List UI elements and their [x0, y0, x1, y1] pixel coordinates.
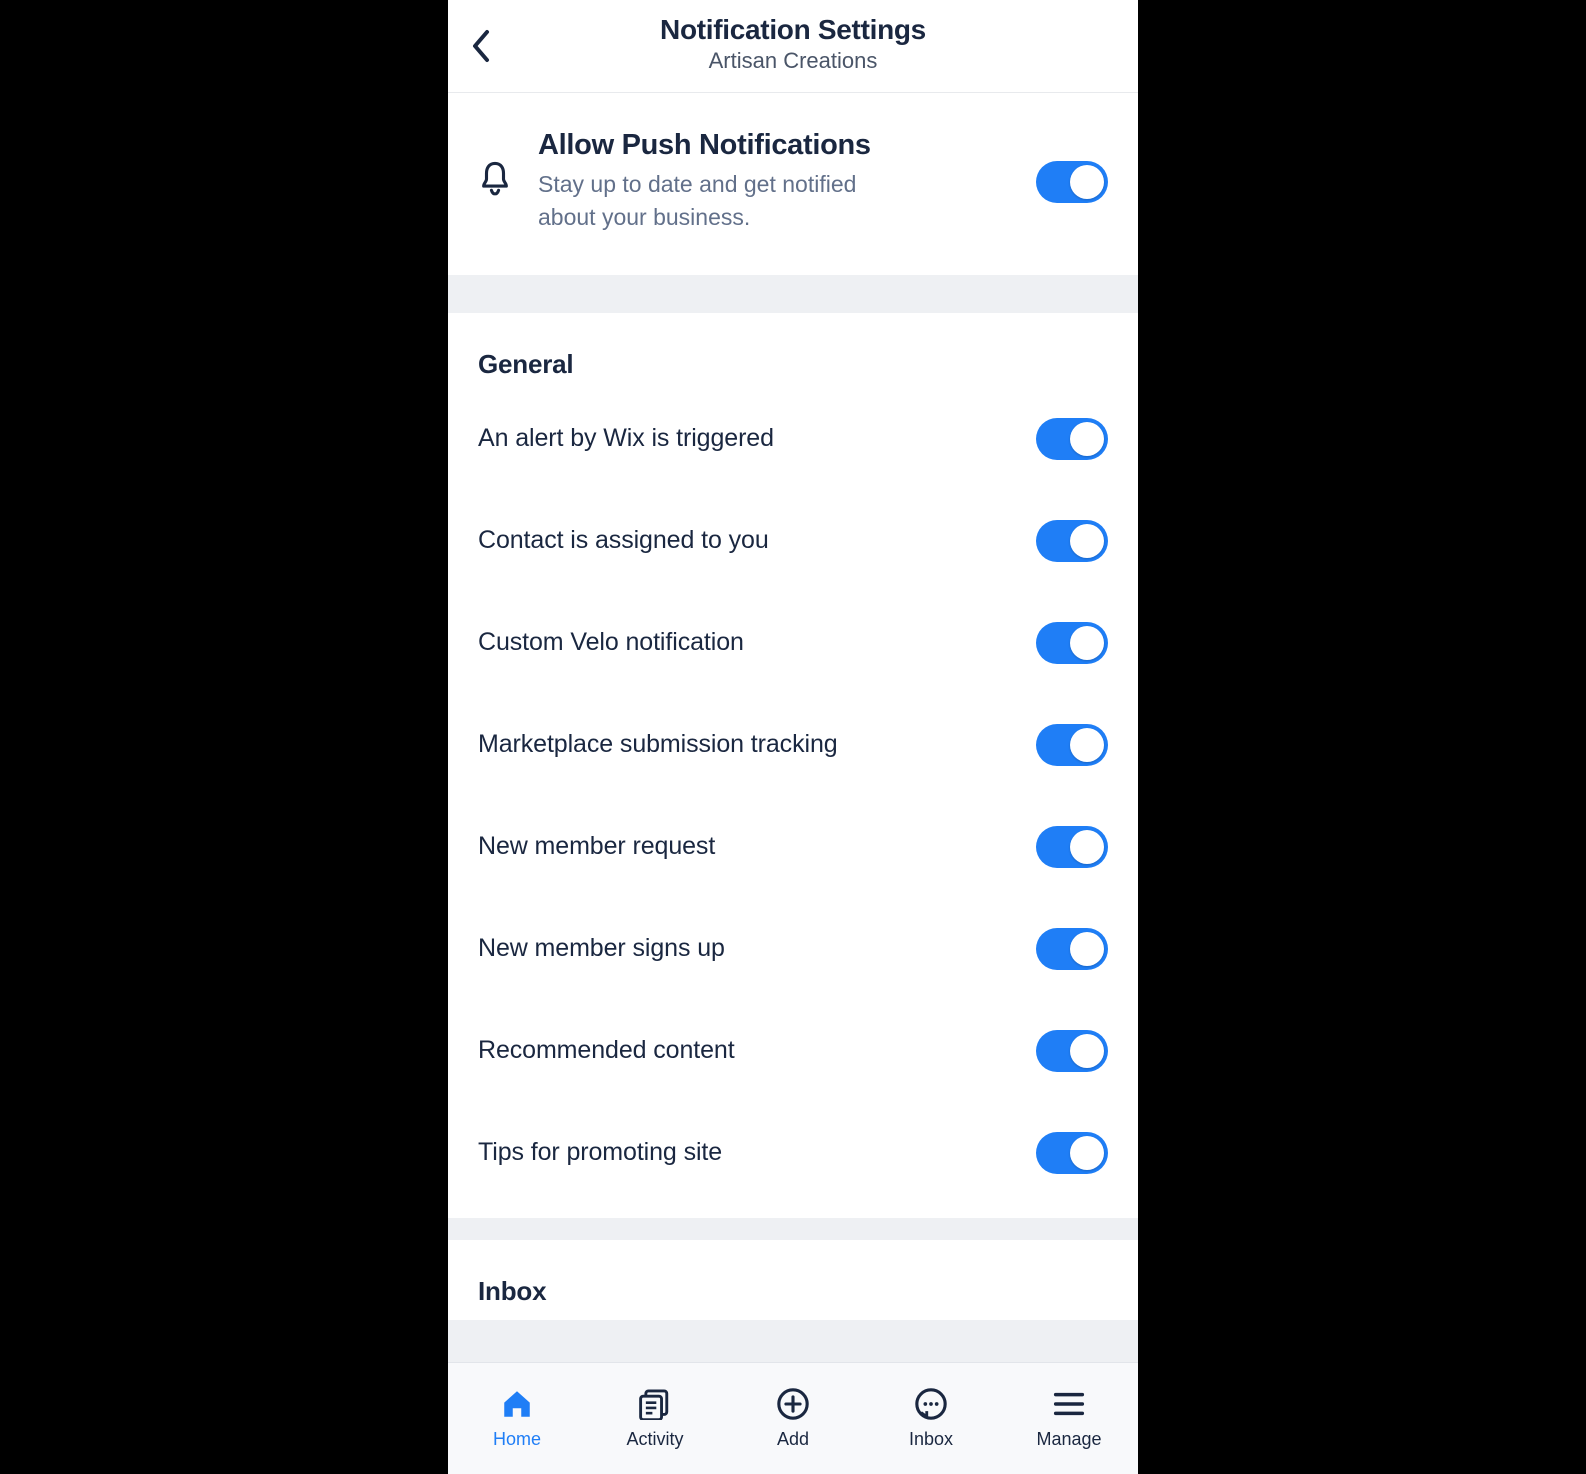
setting-toggle[interactable] — [1036, 418, 1108, 460]
page-title: Notification Settings — [660, 14, 926, 46]
section-general: General An alert by Wix is triggered Con… — [448, 313, 1138, 1218]
setting-label: Contact is assigned to you — [478, 526, 769, 555]
setting-row: Custom Velo notification — [448, 592, 1138, 694]
setting-toggle[interactable] — [1036, 1030, 1108, 1072]
section-inbox: Inbox — [448, 1240, 1138, 1320]
bottom-nav: Home Activity Ad — [448, 1362, 1138, 1474]
setting-row: New member signs up — [448, 898, 1138, 1000]
back-button[interactable] — [470, 29, 492, 63]
setting-row: Recommended content — [448, 1000, 1138, 1102]
scroll-area[interactable]: Allow Push Notifications Stay up to date… — [448, 93, 1138, 1362]
nav-activity[interactable]: Activity — [586, 1363, 724, 1474]
nav-home[interactable]: Home — [448, 1363, 586, 1474]
menu-icon — [1053, 1387, 1085, 1421]
app-screen: Notification Settings Artisan Creations … — [448, 0, 1138, 1474]
setting-label: An alert by Wix is triggered — [478, 424, 774, 453]
setting-toggle[interactable] — [1036, 520, 1108, 562]
page-subtitle: Artisan Creations — [660, 48, 926, 74]
nav-add[interactable]: Add — [724, 1363, 862, 1474]
activity-icon — [638, 1387, 672, 1421]
header-bar: Notification Settings Artisan Creations — [448, 0, 1138, 93]
setting-label: Marketplace submission tracking — [478, 730, 838, 759]
section-title-general: General — [448, 313, 1138, 388]
nav-label: Manage — [1036, 1429, 1101, 1450]
add-icon — [776, 1387, 810, 1421]
push-title: Allow Push Notifications — [538, 129, 1010, 162]
setting-toggle[interactable] — [1036, 928, 1108, 970]
setting-label: New member request — [478, 832, 715, 861]
setting-label: Custom Velo notification — [478, 628, 744, 657]
inbox-icon — [914, 1387, 948, 1421]
home-icon — [500, 1387, 534, 1421]
setting-row: An alert by Wix is triggered — [448, 388, 1138, 490]
setting-label: Recommended content — [478, 1036, 735, 1065]
setting-toggle[interactable] — [1036, 724, 1108, 766]
setting-row: Tips for promoting site — [448, 1102, 1138, 1218]
nav-label: Inbox — [909, 1429, 953, 1450]
bell-icon — [478, 160, 512, 203]
push-description: Stay up to date and get notified about y… — [538, 168, 898, 235]
nav-label: Activity — [626, 1429, 683, 1450]
setting-label: Tips for promoting site — [478, 1138, 722, 1167]
chevron-left-icon — [470, 29, 492, 63]
setting-row: Contact is assigned to you — [448, 490, 1138, 592]
setting-row: Marketplace submission tracking — [448, 694, 1138, 796]
push-toggle[interactable] — [1036, 161, 1108, 203]
nav-label: Home — [493, 1429, 541, 1450]
section-title-inbox: Inbox — [448, 1240, 1138, 1307]
push-card: Allow Push Notifications Stay up to date… — [448, 93, 1138, 275]
setting-toggle[interactable] — [1036, 622, 1108, 664]
nav-inbox[interactable]: Inbox — [862, 1363, 1000, 1474]
setting-label: New member signs up — [478, 934, 725, 963]
setting-toggle[interactable] — [1036, 1132, 1108, 1174]
setting-toggle[interactable] — [1036, 826, 1108, 868]
nav-manage[interactable]: Manage — [1000, 1363, 1138, 1474]
setting-row: New member request — [448, 796, 1138, 898]
nav-label: Add — [777, 1429, 809, 1450]
